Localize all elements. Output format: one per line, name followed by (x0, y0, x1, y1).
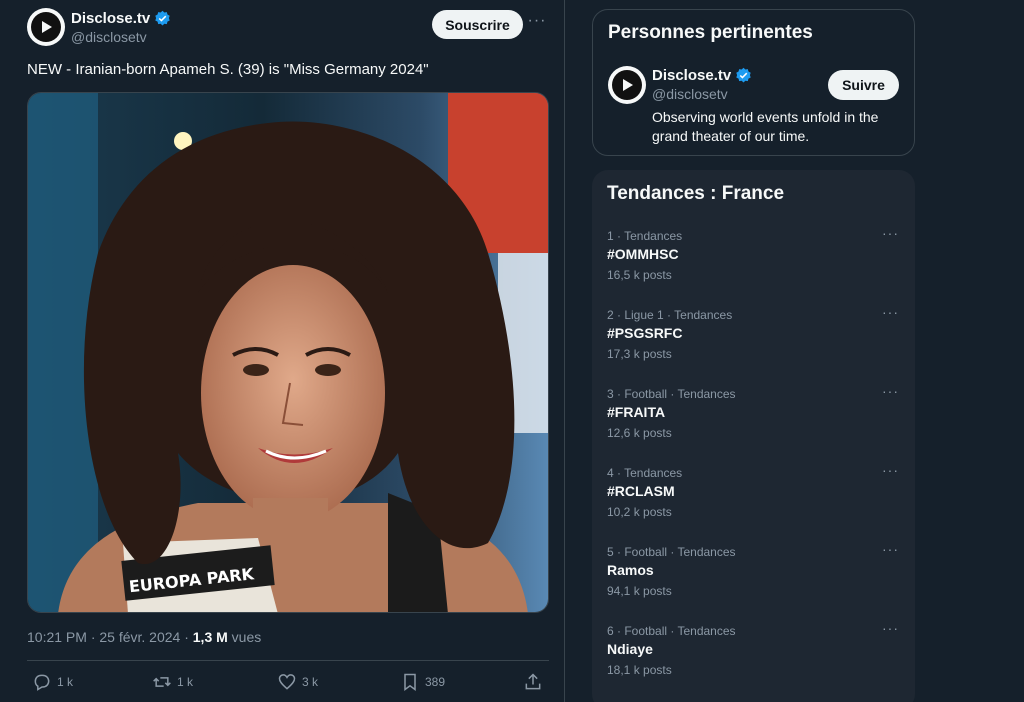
share-button[interactable] (523, 672, 543, 692)
retweet-button[interactable]: 1 k (152, 672, 193, 692)
trend-name: #FRAITA (607, 404, 666, 420)
more-options-icon[interactable]: ··· (882, 462, 899, 478)
author-avatar[interactable] (27, 8, 65, 46)
relevant-people-card: Personnes pertinentes Disclose.tv @discl… (592, 9, 915, 156)
heart-icon (278, 674, 296, 690)
relevant-people-title: Personnes pertinentes (608, 22, 813, 43)
trend-context: 5 · Football · Tendances (607, 545, 736, 559)
trend-post-count: 94,1 k posts (607, 584, 672, 598)
trend-name: Ndiaye (607, 641, 653, 657)
more-options-icon[interactable]: ··· (882, 225, 899, 241)
trend-context: 2 · Ligue 1 · Tendances (607, 308, 733, 322)
bookmark-count: 389 (425, 675, 446, 689)
reply-button[interactable]: 1 k (32, 672, 73, 692)
trend-item[interactable]: 5 · Football · Tendances Ramos 94,1 k po… (592, 541, 915, 624)
retweet-icon (153, 677, 171, 687)
reply-icon (34, 674, 50, 691)
trend-post-count: 10,2 k posts (607, 505, 672, 519)
trend-post-count: 12,6 k posts (607, 426, 672, 440)
bookmark-icon (404, 673, 416, 691)
trend-context: 6 · Football · Tendances (607, 624, 736, 638)
person-avatar[interactable] (608, 66, 646, 104)
verified-badge-icon (155, 10, 170, 26)
trend-name: #PSGSRFC (607, 325, 683, 341)
tweet-text: NEW - Iranian-born Apameh S. (39) is "Mi… (27, 61, 429, 78)
trend-name: #OMMHSC (607, 246, 679, 262)
more-options-icon[interactable]: ··· (882, 304, 899, 320)
tweet-header: Disclose.tv @disclosetv Souscrire ··· (27, 8, 547, 48)
like-button[interactable]: 3 k (277, 672, 318, 692)
trends-title: Tendances : France (607, 183, 785, 204)
trends-card: Tendances : France 1 · Tendances #OMMHSC… (592, 170, 915, 702)
person-name[interactable]: Disclose.tv (652, 67, 731, 84)
trend-item[interactable]: 3 · Football · Tendances #FRAITA 12,6 k … (592, 383, 915, 466)
author-handle[interactable]: @disclosetv (71, 29, 147, 45)
trend-post-count: 17,3 k posts (607, 347, 672, 361)
trend-item[interactable]: 6 · Football · Tendances Ndiaye 18,1 k p… (592, 620, 915, 702)
verified-badge-icon (736, 67, 751, 83)
subscribe-button[interactable]: Souscrire (432, 10, 523, 39)
more-options-icon[interactable]: ··· (882, 620, 899, 636)
views-label: vues (227, 629, 262, 645)
tweet-actions: 1 k 1 k 3 k 389 (27, 672, 549, 696)
bookmark-button[interactable]: 389 (400, 672, 445, 692)
divider (27, 660, 549, 661)
trend-context: 1 · Tendances (607, 229, 683, 243)
person-bio: Observing world events unfold in the gra… (652, 109, 879, 144)
play-logo-icon (31, 12, 61, 42)
tweet-timestamp[interactable]: 10:21 PM · 25 févr. 2024 · (27, 629, 193, 645)
play-logo-icon (612, 70, 642, 100)
tweet-photo[interactable]: EUROPA PARK (27, 92, 549, 613)
retweet-count: 1 k (177, 675, 194, 689)
trend-name: Ramos (607, 562, 654, 578)
tweet-column: Disclose.tv @disclosetv Souscrire ··· NE… (0, 0, 565, 702)
reply-count: 1 k (57, 675, 74, 689)
trend-item[interactable]: 2 · Ligue 1 · Tendances #PSGSRFC 17,3 k … (592, 304, 915, 387)
views-count: 1,3 M (192, 629, 228, 645)
trend-context: 3 · Football · Tendances (607, 387, 736, 401)
trend-context: 4 · Tendances (607, 466, 683, 480)
trend-post-count: 18,1 k posts (607, 663, 672, 677)
more-options-icon[interactable]: ··· (882, 541, 899, 557)
like-count: 3 k (302, 675, 319, 689)
trend-item[interactable]: 1 · Tendances #OMMHSC 16,5 k posts ··· (592, 225, 915, 308)
more-options-icon[interactable]: ··· (882, 383, 899, 399)
person-handle[interactable]: @disclosetv (652, 86, 728, 102)
share-icon (525, 673, 541, 690)
follow-button[interactable]: Suivre (828, 70, 899, 100)
tweet-metadata: 10:21 PM · 25 févr. 2024 · 1,3 M vues (27, 629, 261, 645)
trend-item[interactable]: 4 · Tendances #RCLASM 10,2 k posts ··· (592, 462, 915, 545)
more-options-icon[interactable]: ··· (527, 12, 547, 32)
trend-post-count: 16,5 k posts (607, 268, 672, 282)
author-name[interactable]: Disclose.tv (71, 10, 150, 27)
trend-name: #RCLASM (607, 483, 675, 499)
